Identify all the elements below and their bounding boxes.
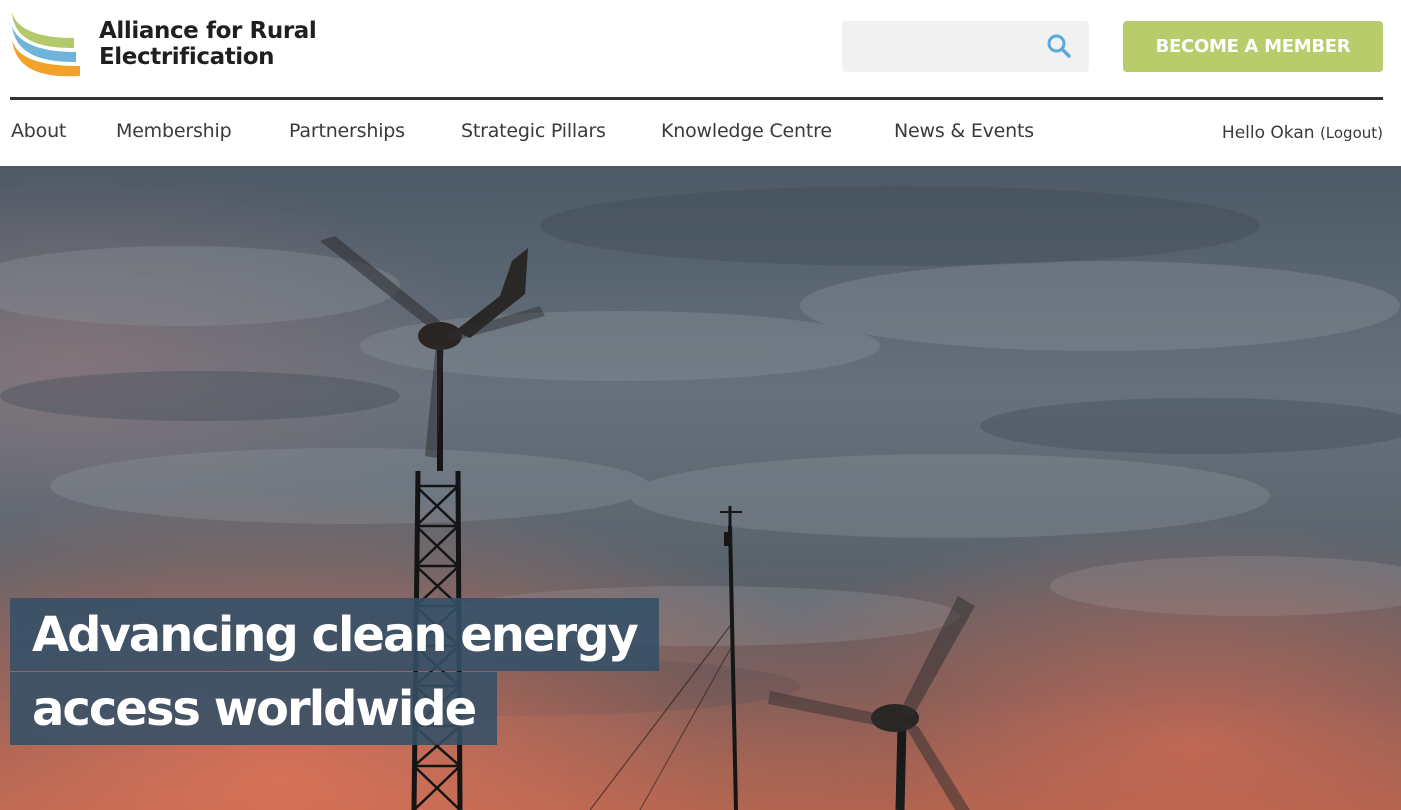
- nav-item-membership[interactable]: Membership: [116, 120, 232, 142]
- greeting-text: Hello Okan: [1221, 123, 1315, 143]
- logo-mark-icon: [12, 12, 80, 77]
- user-greeting: Hello Okan (Logout): [1222, 123, 1383, 143]
- search-icon[interactable]: [1046, 33, 1072, 59]
- hero-headline-line-2: access worldwide: [10, 672, 498, 745]
- site-logo[interactable]: Alliance for Rural Electrification: [10, 8, 340, 80]
- become-member-button[interactable]: BECOME A MEMBER: [1123, 21, 1383, 72]
- site-name-line-1: Alliance for Rural: [99, 18, 317, 44]
- main-nav: About Membership Partnerships Strategic …: [0, 100, 1401, 166]
- hero-headline-line-1: Advancing clean energy: [10, 598, 659, 671]
- hero-headline: Advancing clean energy access worldwide: [10, 598, 659, 745]
- nav-item-news-events[interactable]: News & Events: [894, 120, 1034, 142]
- nav-item-partnerships[interactable]: Partnerships: [289, 120, 405, 142]
- site-name-line-2: Electrification: [99, 44, 275, 70]
- site-header: Alliance for Rural Electrification BECOM…: [0, 0, 1401, 97]
- search-input[interactable]: [842, 21, 1037, 72]
- site-name: Alliance for Rural Electrification: [99, 18, 317, 70]
- hero-banner: Advancing clean energy access worldwide: [0, 166, 1401, 810]
- nav-item-strategic-pillars[interactable]: Strategic Pillars: [461, 120, 606, 142]
- logout-link[interactable]: (Logout): [1320, 124, 1383, 142]
- nav-item-about[interactable]: About: [11, 120, 66, 142]
- nav-item-knowledge-centre[interactable]: Knowledge Centre: [661, 120, 832, 142]
